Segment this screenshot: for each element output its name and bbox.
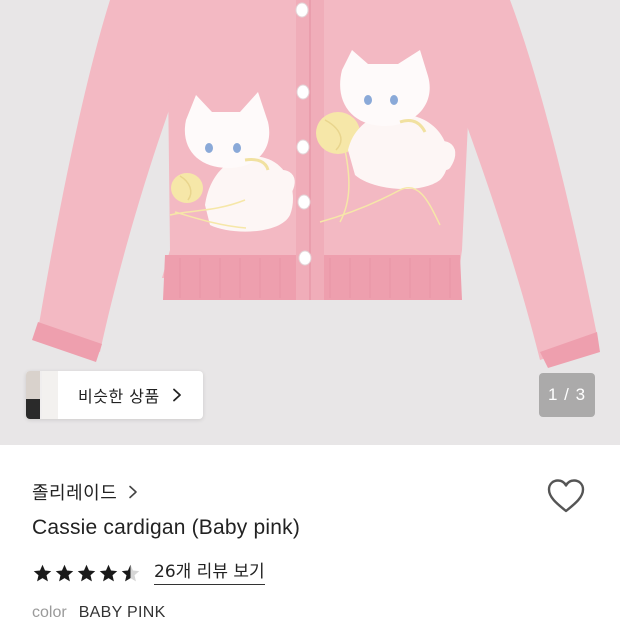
chevron-right-icon [172,388,181,402]
heart-outline-icon[interactable] [546,478,586,514]
star-icon [99,564,118,581]
star-icon [33,564,52,581]
color-label: color [32,604,67,620]
star-half-icon [121,564,140,581]
image-page-indicator: 1 / 3 [539,373,595,417]
brand-name: 졸리레이드 [32,483,118,504]
star-rating [32,563,142,584]
color-option: color BABY PINK [32,604,166,620]
similar-product-thumbnail [26,371,58,419]
rating-row: 26개 리뷰 보기 [32,560,265,586]
product-image-gallery[interactable]: 비슷한 상품 1 / 3 [0,0,620,445]
color-value: BABY PINK [78,604,166,620]
star-icon [77,564,96,581]
product-title: Cassie cardigan (Baby pink) [32,516,301,539]
brand-link[interactable]: 졸리레이드 [32,478,139,506]
star-icon [55,564,74,581]
chevron-right-icon [129,485,138,499]
similar-products-button[interactable]: 비슷한 상품 [26,371,203,419]
similar-products-label: 비슷한 상품 [78,387,160,406]
review-link[interactable]: 26개 리뷰 보기 [154,562,265,585]
